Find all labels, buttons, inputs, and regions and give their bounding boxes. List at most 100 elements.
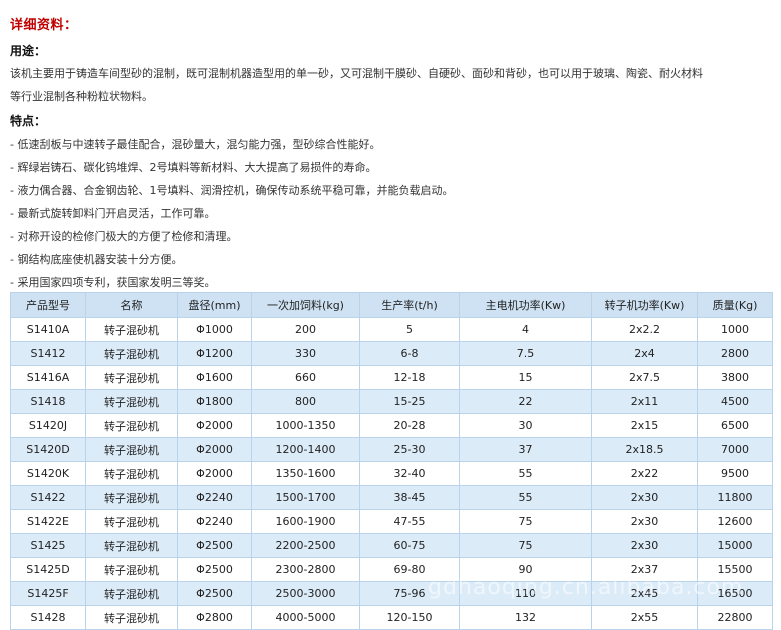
cell-weight: 11800 — [697, 485, 773, 510]
feature-item-4: - 最新式旋转卸料门开启灵活，工作可靠。 — [10, 207, 216, 220]
cell-batch: 330 — [251, 341, 360, 366]
cell-productivity: 5 — [359, 317, 460, 342]
cell-batch: 1200-1400 — [251, 437, 360, 462]
cell-name: 转子混砂机 — [85, 581, 178, 606]
spec-table: 产品型号 名称 盘径(mm) 一次加饲料(kg) 生产率(t/h) 主电机功率(… — [10, 292, 773, 630]
feature-item-6: - 钢结构底座使机器安装十分方便。 — [10, 253, 183, 266]
cell-batch: 1600-1900 — [251, 509, 360, 534]
usage-heading: 用途： — [10, 44, 47, 58]
cell-batch: 800 — [251, 389, 360, 414]
col-header-productivity: 生产率(t/h) — [359, 292, 460, 318]
cell-name: 转子混砂机 — [85, 485, 178, 510]
cell-main-motor: 7.5 — [459, 341, 592, 366]
cell-name: 转子混砂机 — [85, 341, 178, 366]
cell-weight: 6500 — [697, 413, 773, 438]
cell-batch: 200 — [251, 317, 360, 342]
cell-weight: 12600 — [697, 509, 773, 534]
cell-rotor-motor: 2x30 — [591, 485, 698, 510]
cell-productivity: 38-45 — [359, 485, 460, 510]
cell-model: S1425D — [10, 557, 86, 582]
table-row: S1422 转子混砂机 Φ2240 1500-1700 38-45 55 2x30 11800 — [10, 485, 773, 510]
table-row: S1412 转子混砂机 Φ1200 330 6-8 7.5 2x4 2800 — [10, 341, 773, 366]
cell-weight: 9500 — [697, 461, 773, 486]
cell-productivity: 120-150 — [359, 605, 460, 630]
cell-rotor-motor: 2x2.2 — [591, 317, 698, 342]
cell-diameter: Φ1800 — [177, 389, 252, 414]
cell-main-motor: 15 — [459, 365, 592, 390]
cell-rotor-motor: 2x15 — [591, 413, 698, 438]
cell-batch: 1350-1600 — [251, 461, 360, 486]
cell-diameter: Φ1000 — [177, 317, 252, 342]
cell-name: 转子混砂机 — [85, 365, 178, 390]
cell-productivity: 32-40 — [359, 461, 460, 486]
cell-weight: 4500 — [697, 389, 773, 414]
cell-weight: 2800 — [697, 341, 773, 366]
cell-model: S1425F — [10, 581, 86, 606]
table-row: S1425 转子混砂机 Φ2500 2200-2500 60-75 75 2x30 15000 — [10, 533, 773, 558]
table-row: S1428 转子混砂机 Φ2800 4000-5000 120-150 132 2x55 22… — [10, 605, 773, 630]
table-row: S1425F 转子混砂机 Φ2500 2500-3000 75-96 110 2x45 165… — [10, 581, 773, 606]
cell-batch: 1500-1700 — [251, 485, 360, 510]
cell-main-motor: 75 — [459, 533, 592, 558]
cell-diameter: Φ2240 — [177, 485, 252, 510]
cell-name: 转子混砂机 — [85, 533, 178, 558]
feature-item-2: - 辉绿岩铸石、碳化钨堆焊、2号填料等新材料、大大提高了易损件的寿命。 — [10, 161, 377, 174]
cell-main-motor: 22 — [459, 389, 592, 414]
table-row: S1410A 转子混砂机 Φ1000 200 5 4 2x2.2 1000 — [10, 317, 773, 342]
cell-main-motor: 132 — [459, 605, 592, 630]
features-heading: 特点： — [10, 114, 47, 128]
spec-table-body: S1410A 转子混砂机 Φ1000 200 5 4 2x2.2 1000 S1412 转子混砂机… — [10, 317, 773, 630]
cell-diameter: Φ2000 — [177, 437, 252, 462]
cell-weight: 7000 — [697, 437, 773, 462]
col-header-batch: 一次加饲料(kg) — [251, 292, 360, 318]
feature-item-1: - 低速刮板与中速转子最佳配合，混砂量大，混匀能力强，型砂综合性能好。 — [10, 138, 381, 151]
table-row: S1422E 转子混砂机 Φ2240 1600-1900 47-55 75 2x30 1260… — [10, 509, 773, 534]
cell-name: 转子混砂机 — [85, 605, 178, 630]
cell-diameter: Φ2500 — [177, 557, 252, 582]
cell-rotor-motor: 2x18.5 — [591, 437, 698, 462]
cell-diameter: Φ2500 — [177, 533, 252, 558]
cell-diameter: Φ2500 — [177, 581, 252, 606]
cell-name: 转子混砂机 — [85, 509, 178, 534]
cell-main-motor: 4 — [459, 317, 592, 342]
product-detail-page: 详细资料： 用途： 该机主要用于铸造车间型砂的混制，既可混制机器造型用的单一砂，… — [0, 0, 781, 630]
cell-rotor-motor: 2x45 — [591, 581, 698, 606]
feature-item-5: - 对称开设的检修门极大的方便了检修和清理。 — [10, 230, 238, 243]
cell-batch: 1000-1350 — [251, 413, 360, 438]
cell-name: 转子混砂机 — [85, 437, 178, 462]
cell-model: S1412 — [10, 341, 86, 366]
cell-diameter: Φ1200 — [177, 341, 252, 366]
table-row: S1416A 转子混砂机 Φ1600 660 12-18 15 2x7.5 3800 — [10, 365, 773, 390]
cell-productivity: 69-80 — [359, 557, 460, 582]
cell-rotor-motor: 2x30 — [591, 533, 698, 558]
cell-productivity: 15-25 — [359, 389, 460, 414]
table-row: S1420D 转子混砂机 Φ2000 1200-1400 25-30 37 2x18.5 70… — [10, 437, 773, 462]
cell-model: S1420K — [10, 461, 86, 486]
cell-weight: 15500 — [697, 557, 773, 582]
cell-name: 转子混砂机 — [85, 389, 178, 414]
cell-main-motor: 30 — [459, 413, 592, 438]
cell-batch: 2200-2500 — [251, 533, 360, 558]
cell-main-motor: 55 — [459, 485, 592, 510]
col-header-model: 产品型号 — [10, 292, 86, 318]
col-header-name: 名称 — [85, 292, 178, 318]
cell-name: 转子混砂机 — [85, 317, 178, 342]
cell-model: S1416A — [10, 365, 86, 390]
cell-diameter: Φ2800 — [177, 605, 252, 630]
cell-productivity: 75-96 — [359, 581, 460, 606]
cell-weight: 16500 — [697, 581, 773, 606]
table-row: S1420J 转子混砂机 Φ2000 1000-1350 20-28 30 2x15 6500 — [10, 413, 773, 438]
detail-title: 详细资料： — [10, 18, 78, 33]
cell-main-motor: 110 — [459, 581, 592, 606]
table-row: S1425D 转子混砂机 Φ2500 2300-2800 69-80 90 2x37 1550… — [10, 557, 773, 582]
cell-model: S1428 — [10, 605, 86, 630]
usage-line-2: 等行业混制各种粉粒状物料。 — [10, 90, 153, 103]
cell-diameter: Φ2240 — [177, 509, 252, 534]
feature-item-7: - 采用国家四项专利，获国家发明三等奖。 — [10, 276, 216, 289]
cell-name: 转子混砂机 — [85, 557, 178, 582]
cell-model: S1420J — [10, 413, 86, 438]
cell-productivity: 47-55 — [359, 509, 460, 534]
cell-rotor-motor: 2x7.5 — [591, 365, 698, 390]
cell-productivity: 6-8 — [359, 341, 460, 366]
cell-name: 转子混砂机 — [85, 461, 178, 486]
